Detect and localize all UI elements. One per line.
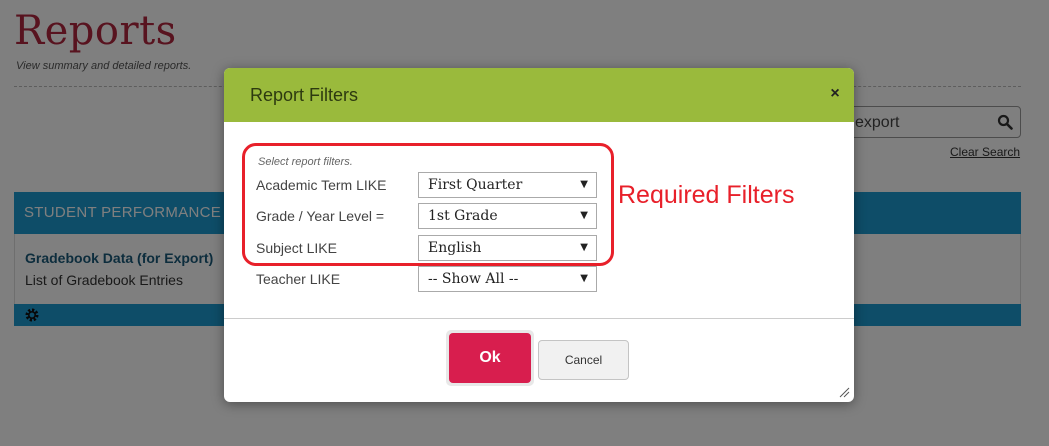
dialog-header: Report Filters ×: [224, 68, 854, 122]
ok-button-frame: Ok: [446, 330, 534, 386]
teacher-label: Teacher LIKE: [256, 271, 341, 287]
teacher-select[interactable]: -- Show All -- ▼: [418, 266, 597, 292]
close-icon[interactable]: ×: [828, 86, 842, 102]
required-filters-highlight: [242, 143, 614, 266]
dialog-title: Report Filters: [250, 85, 359, 105]
resize-handle-icon[interactable]: [838, 386, 850, 398]
cancel-button[interactable]: Cancel: [538, 340, 629, 380]
chevron-down-icon: ▼: [580, 273, 588, 284]
teacher-value: -- Show All --: [428, 271, 519, 287]
dialog-footer-divider: [224, 318, 854, 319]
required-filters-annotation: Required Filters: [618, 181, 795, 209]
ok-button[interactable]: Ok: [449, 333, 531, 383]
